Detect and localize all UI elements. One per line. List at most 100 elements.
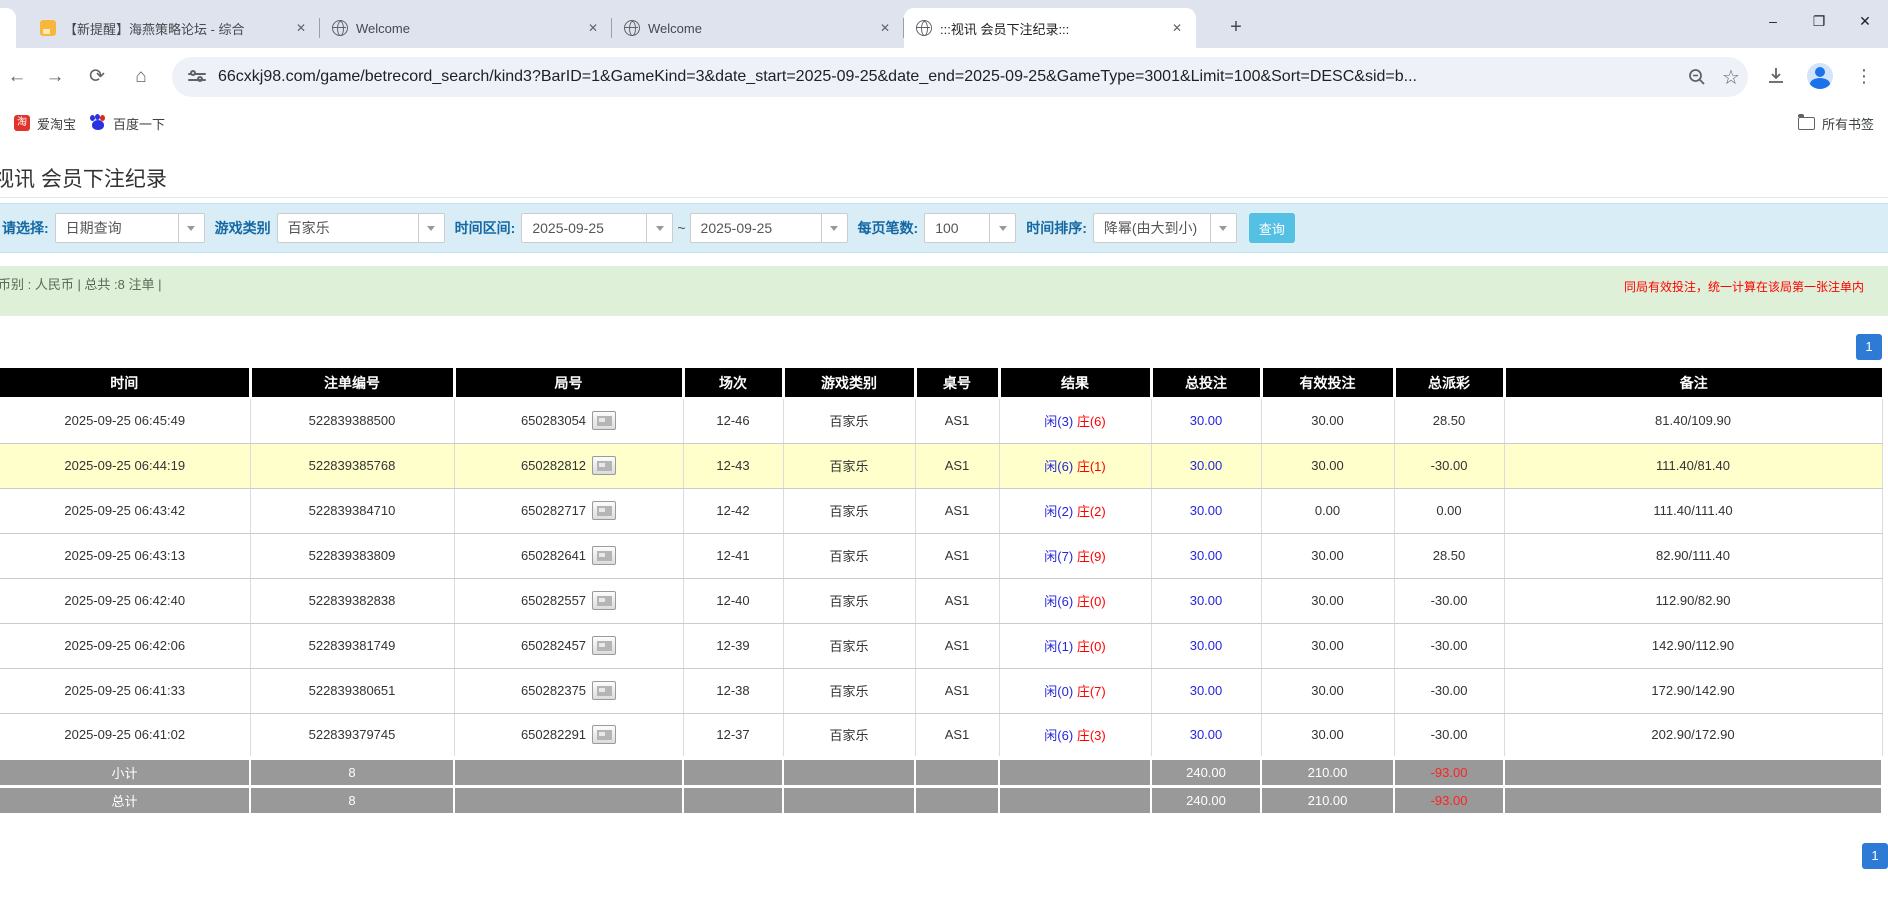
query-type-select[interactable]: 日期查询 [55, 213, 205, 243]
browser-tab[interactable]: Welcome ✕ [320, 8, 612, 48]
per-page-select[interactable]: 100 [924, 213, 1016, 243]
cell-round-id: 650282375 [454, 668, 683, 713]
table-row: 2025-09-25 06:43:13 522839383809 6502826… [0, 533, 1882, 578]
cell-session: 12-38 [683, 668, 783, 713]
round-detail-icon[interactable] [592, 546, 616, 565]
column-header: 局号 [454, 368, 683, 398]
back-icon[interactable]: ← [2, 62, 32, 92]
date-tilde: ~ [677, 220, 685, 236]
date-end-select[interactable]: 2025-09-25 [690, 213, 848, 243]
cell-table-no: AS1 [915, 668, 999, 713]
game-type-label: 游戏类别 [215, 218, 271, 238]
total-bet-link[interactable]: 30.00 [1190, 683, 1223, 698]
all-bookmarks-button[interactable]: 所有书签 [1798, 114, 1874, 133]
total-bet-link[interactable]: 30.00 [1190, 548, 1223, 563]
total-bet-link[interactable]: 30.00 [1190, 413, 1223, 428]
tab-close-icon[interactable]: ✕ [1168, 19, 1186, 37]
cell-payout: -30.00 [1394, 668, 1504, 713]
tab-close-icon[interactable]: ✕ [876, 19, 894, 37]
column-header: 桌号 [915, 368, 999, 398]
browser-tab[interactable]: 【新提醒】海燕策略论坛 - 综合 ✕ [28, 8, 320, 48]
cell-total-bet: 30.00 [1151, 488, 1261, 533]
download-icon[interactable] [1760, 60, 1792, 92]
maximize-button[interactable]: ❐ [1796, 0, 1842, 42]
divider [0, 197, 1888, 198]
cell-time: 2025-09-25 06:43:42 [0, 488, 250, 533]
round-detail-icon[interactable] [592, 456, 616, 475]
cell-bet-id: 522839379745 [250, 713, 454, 758]
reload-icon[interactable]: ⟳ [82, 62, 112, 92]
minimize-button[interactable]: – [1750, 0, 1796, 42]
cell-time: 2025-09-25 06:41:02 [0, 713, 250, 758]
total-bet-link[interactable]: 30.00 [1190, 638, 1223, 653]
sort-select[interactable]: 降幂(由大到小) [1093, 213, 1237, 243]
bookmark-star-icon[interactable]: ☆ [1714, 60, 1748, 94]
table-header-row: 时间注单编号局号场次游戏类别桌号结果总投注有效投注总派彩备注 [0, 368, 1882, 398]
cell-bet-id: 522839380651 [250, 668, 454, 713]
forward-icon[interactable]: → [40, 62, 70, 92]
total-bet-link[interactable]: 30.00 [1190, 593, 1223, 608]
cell-result: 闲(2) 庄(2) [999, 488, 1151, 533]
cell-game-type: 百家乐 [783, 488, 915, 533]
taobao-icon: 淘 [14, 115, 30, 131]
query-button[interactable]: 查询 [1249, 213, 1295, 243]
cell-remark: 142.90/112.90 [1504, 623, 1882, 668]
home-icon[interactable]: ⌂ [126, 62, 156, 92]
pagination-page-1-bottom[interactable]: 1 [1862, 843, 1888, 869]
round-detail-icon[interactable] [592, 725, 616, 744]
cell-game-type: 百家乐 [783, 533, 915, 578]
tab-close-icon[interactable]: ✕ [584, 19, 602, 37]
column-header: 总派彩 [1394, 368, 1504, 398]
date-start-select[interactable]: 2025-09-25 [521, 213, 673, 243]
total-bet-link[interactable]: 30.00 [1190, 458, 1223, 473]
cell-valid-bet: 0.00 [1261, 488, 1394, 533]
window-controls: – ❐ ✕ [1750, 0, 1888, 42]
cell-table-no: AS1 [915, 533, 999, 578]
cell-time: 2025-09-25 06:44:19 [0, 443, 250, 488]
total-bet-link[interactable]: 30.00 [1190, 503, 1223, 518]
cell-round-id: 650282641 [454, 533, 683, 578]
round-detail-icon[interactable] [592, 591, 616, 610]
bookmark-item[interactable]: 百度一下 [90, 114, 165, 133]
round-detail-icon[interactable] [592, 411, 616, 430]
browser-tab[interactable]: :::视讯 会员下注纪录::: ✕ [904, 8, 1196, 48]
page-title: 视讯 会员下注纪录 [0, 163, 167, 193]
cell-remark: 81.40/109.90 [1504, 398, 1882, 443]
summary-bar: 币别 : 人民币 | 总共 :8 注单 | 同局有效投注，统一计算在该局第一张注… [0, 266, 1888, 316]
browser-tab[interactable]: Welcome ✕ [612, 8, 904, 48]
cell-total-bet: 30.00 [1151, 623, 1261, 668]
cell-remark: 82.90/111.40 [1504, 533, 1882, 578]
cell-result: 闲(0) 庄(7) [999, 668, 1151, 713]
cell-table-no: AS1 [915, 623, 999, 668]
chevron-down-icon [418, 214, 444, 242]
close-button[interactable]: ✕ [1842, 0, 1888, 42]
game-type-select[interactable]: 百家乐 [277, 213, 445, 243]
round-detail-icon[interactable] [592, 681, 616, 700]
chevron-down-icon [178, 214, 204, 242]
cell-round-id: 650282291 [454, 713, 683, 758]
cell-round-id: 650282557 [454, 578, 683, 623]
site-settings-icon[interactable] [188, 70, 206, 84]
cell-bet-id: 522839388500 [250, 398, 454, 443]
cell-valid-bet: 30.00 [1261, 398, 1394, 443]
cell-remark: 111.40/111.40 [1504, 488, 1882, 533]
folder-icon [1798, 117, 1815, 130]
address-bar[interactable]: 66cxkj98.com/game/betrecord_search/kind3… [172, 57, 1748, 97]
zoom-icon[interactable] [1680, 60, 1714, 94]
new-tab-button[interactable]: + [1222, 14, 1250, 42]
bookmark-item[interactable]: 淘 爱淘宝 [14, 114, 76, 133]
pagination-page-1-top[interactable]: 1 [1856, 334, 1882, 360]
round-detail-icon[interactable] [592, 636, 616, 655]
total-bet-link[interactable]: 30.00 [1190, 727, 1223, 742]
cell-payout: -30.00 [1394, 713, 1504, 758]
round-detail-icon[interactable] [592, 501, 616, 520]
tab-close-icon[interactable]: ✕ [292, 19, 310, 37]
cell-bet-id: 522839382838 [250, 578, 454, 623]
menu-dots-icon[interactable]: ⋮ [1848, 60, 1880, 92]
profile-avatar-icon[interactable] [1804, 60, 1836, 92]
column-header: 总投注 [1151, 368, 1261, 398]
table-row: 2025-09-25 06:43:42 522839384710 6502827… [0, 488, 1882, 533]
table-row: 2025-09-25 06:42:40 522839382838 6502825… [0, 578, 1882, 623]
tab-edge-sliver [0, 8, 16, 48]
cell-table-no: AS1 [915, 398, 999, 443]
